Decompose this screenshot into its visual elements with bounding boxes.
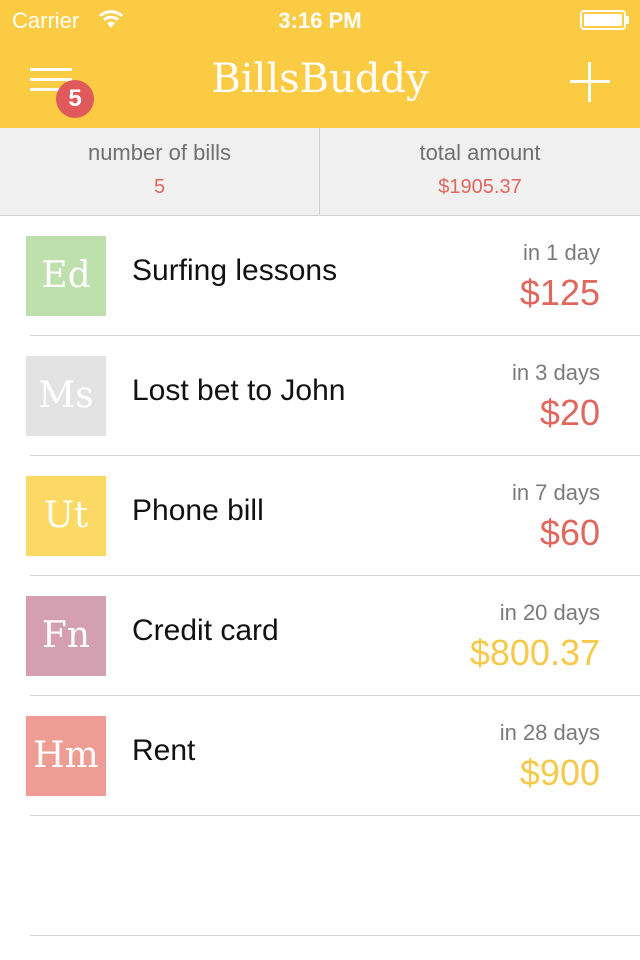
total-amount-value: $1905.37 (438, 176, 522, 198)
bill-count-label: number of bills (87, 140, 232, 165)
category-tile: Fn (26, 596, 106, 676)
total-amount-summary: total amount $1905.37 (320, 128, 640, 216)
bill-row[interactable]: Ed Surfing lessons in 1 day $125 (0, 216, 640, 336)
nav-bar: Carrier 3:16 PM 5 BillsBuddy (0, 0, 640, 128)
bill-due: in 1 day (522, 240, 600, 265)
category-tile: Ms (26, 356, 106, 436)
bill-row[interactable]: Hm Rent in 28 days $900 (0, 696, 640, 816)
bill-due: in 3 days (511, 360, 600, 385)
bill-row[interactable]: Ut Phone bill in 7 days $60 (0, 456, 640, 576)
bill-amount: $800.37 (469, 632, 600, 673)
status-time: 3:16 PM (278, 8, 362, 33)
bill-name: Lost bet to John (132, 374, 346, 407)
category-tile: Hm (26, 716, 106, 796)
bill-due: in 28 days (499, 720, 600, 745)
bill-amount: $125 (519, 272, 600, 313)
bill-list: Ed Surfing lessons in 1 day $125 Ms Lost… (0, 216, 640, 816)
bill-amount: $900 (519, 752, 600, 793)
app-title: BillsBuddy (211, 56, 429, 102)
bill-due: in 20 days (499, 600, 600, 625)
battery-icon (580, 10, 629, 30)
bill-name: Rent (132, 734, 196, 767)
status-bar: Carrier 3:16 PM (0, 0, 640, 40)
summary-bar: number of bills 5 total amount $1905.37 (0, 128, 640, 216)
bill-name: Phone bill (132, 494, 264, 527)
bill-amount: $20 (539, 392, 600, 433)
bill-row[interactable]: Ms Lost bet to John in 3 days $20 (0, 336, 640, 456)
category-tile: Ed (26, 236, 106, 316)
bill-due: in 7 days (511, 480, 600, 505)
bill-count-value: 5 (153, 176, 166, 198)
bill-row[interactable]: Fn Credit card in 20 days $800.37 (0, 576, 640, 696)
category-tile: Ut (26, 476, 106, 556)
bill-name: Surfing lessons (132, 254, 338, 287)
bill-name: Credit card (132, 614, 279, 647)
total-amount-label: total amount (419, 140, 541, 165)
bill-count-summary: number of bills 5 (0, 128, 320, 216)
list-separator (30, 935, 640, 936)
add-bill-button[interactable] (568, 60, 612, 104)
bill-amount: $60 (539, 512, 600, 553)
